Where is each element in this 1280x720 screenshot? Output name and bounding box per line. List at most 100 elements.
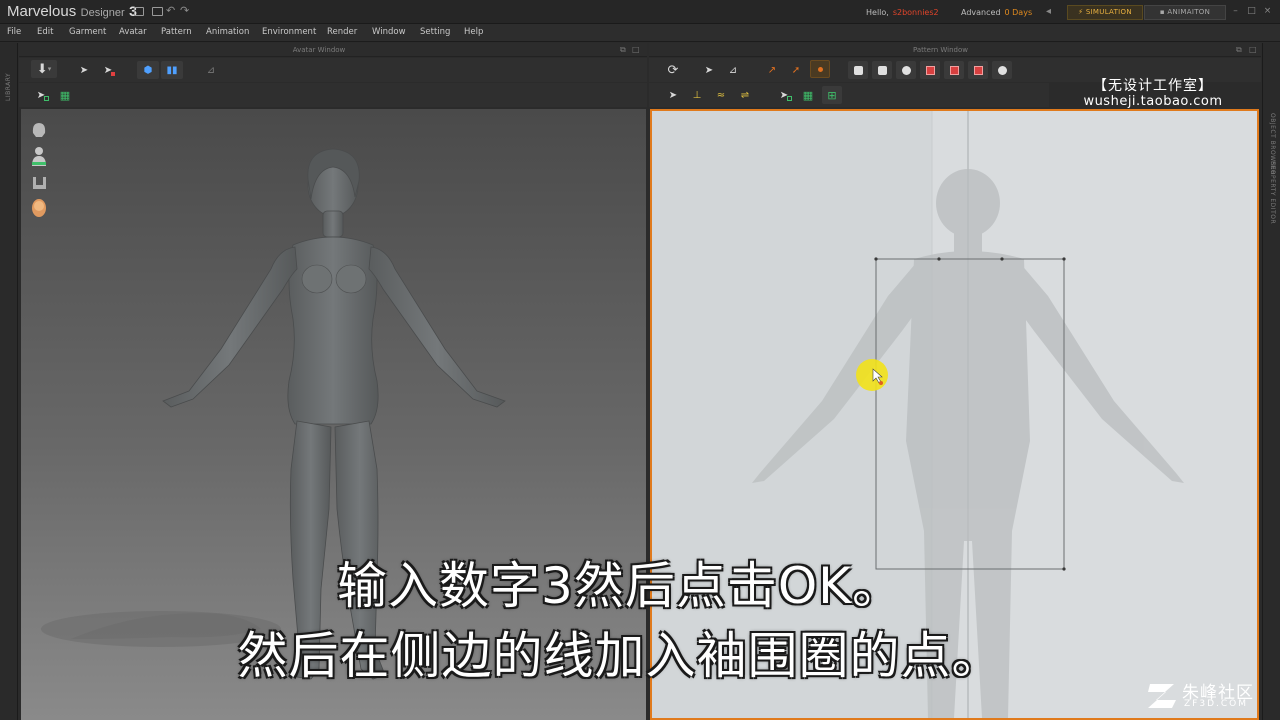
edit-texture-tool[interactable]: ▦ [798,86,818,104]
rectangle-tool[interactable] [872,61,892,79]
shoes-icon [33,177,46,189]
pattern-point[interactable] [1062,257,1066,261]
internal-circle-tool[interactable] [968,61,988,79]
multi-sewing-tool[interactable]: ⇌ [735,86,755,104]
pattern-point[interactable] [1000,257,1004,261]
save-icon[interactable] [134,7,144,16]
select-move-tool[interactable]: ➤ [74,61,94,79]
pattern-window-title: Pattern Window [912,46,968,54]
pattern-point[interactable] [874,257,878,261]
avatar-toolbar-2: ➤ ▦ [19,83,647,107]
subtitle-line-2: 然后在侧边的线加入袖围圈的点。 [237,627,1003,685]
edit-pattern-tool[interactable]: ⊿ [723,61,743,79]
add-point-tool[interactable]: ↗ [762,61,782,79]
avatar-side-tools [29,119,51,223]
tack-tool[interactable]: ▮▮ [161,61,183,79]
pattern-window-max-icon[interactable]: □ [1249,45,1257,54]
property-editor-tab[interactable]: PROPERTY EDITOR [1269,161,1276,224]
animation-mode-button[interactable]: ▪ ANIMAITON [1144,5,1226,20]
undo-icon[interactable]: ↶ [166,4,175,17]
tack-blue-icon: ▮▮ [166,64,178,76]
edit-sewing-tool[interactable]: ≈ [711,86,731,104]
avatar-window-title: Avatar Window [292,46,346,54]
maximize-icon[interactable]: □ [1247,7,1256,16]
cursor-icon: ➤ [79,64,89,76]
library-label[interactable]: LIBRARY [5,73,12,101]
arrangement-point-tool[interactable]: ▦ [55,86,75,104]
texture-transform-tool[interactable]: ⊞ [822,86,842,104]
menu-animation[interactable]: Animation [206,27,249,37]
pattern-window-float-icon[interactable]: ⧉ [1236,45,1242,55]
free-sewing-tool[interactable]: ⊥ [687,86,707,104]
texture-transform-icon: ⊞ [827,88,837,102]
head-icon [32,199,46,217]
username: s2bonnies2 [892,8,939,17]
menu-render[interactable]: Render [327,27,357,37]
point-orange-icon [817,66,823,72]
internal-rectangle-tool[interactable] [944,61,964,79]
menu-setting[interactable]: Setting [420,27,450,37]
pattern-point[interactable] [937,257,941,261]
minimize-icon[interactable]: – [1231,7,1240,16]
corner-logo: 朱峰社区 ZF3D.COM [1146,676,1276,716]
pattern-toolbar-2: ➤ ⊥ ≈ ⇌ ➤ ▦ ⊞ [649,83,1049,107]
avatar-window-float-icon[interactable]: ⧉ [620,45,626,55]
edit-curvature-tool[interactable]: ➚ [786,61,806,79]
dart-icon [997,65,1007,75]
license-days: 0 Days [1004,8,1033,17]
add-point-divide-tool[interactable] [810,60,830,78]
menu-window[interactable]: Window [372,27,406,37]
edit-point-icon: ⊿ [728,64,738,76]
polygon-tool[interactable] [848,61,868,79]
segment-sewing-tool[interactable]: ➤ [663,86,683,104]
multi-sewing-icon: ⇌ [740,89,750,101]
simulate-button[interactable]: ⬇ ▾ [31,60,57,78]
pin-icon[interactable]: ◂ [1046,6,1051,17]
app-name-main: Marvelous [7,3,77,20]
menu-environment[interactable]: Environment [262,27,316,37]
avatar-body-tool[interactable] [29,145,49,167]
circle-tool[interactable] [896,61,916,79]
fold-tool[interactable]: ⊿ [199,61,223,79]
avatar-window-max-icon[interactable]: □ [632,45,640,54]
transform-pattern-tool[interactable]: ➤ [699,61,719,79]
user-greeting: Hello, s2bonnies2 [866,8,939,17]
watermark-line2: wusheji.taobao.com [1083,94,1223,109]
animation-label: ANIMAITON [1167,8,1211,16]
internal-polygon-tool[interactable] [920,61,940,79]
internal-polygon-icon [925,65,935,75]
select-mesh-tool[interactable]: ➤ [98,61,118,79]
texture-grid-icon: ▦ [802,88,814,102]
sewing-icon: ➤ [668,89,678,101]
menu-help[interactable]: Help [464,27,483,37]
simulation-label: SIMULATION [1085,8,1132,16]
menu-edit[interactable]: Edit [37,27,53,37]
subtitle-line-1: 输入数字3然后点击OK。 [337,557,903,615]
dart-tool[interactable] [992,61,1012,79]
free-sewing-icon: ⊥ [692,89,702,101]
internal-rectangle-icon [949,65,959,75]
app-logo: Marvelous Designer 3 [7,3,137,21]
license-info: Advanced 0 Days [961,8,1032,17]
avatar-hair-tool[interactable] [29,119,49,141]
select-arrangement-tool[interactable]: ➤ [31,86,51,104]
menu-pattern[interactable]: Pattern [161,27,192,37]
simulation-mode-button[interactable]: ⚡ SIMULATION [1067,5,1143,20]
cursor-highlight [856,359,888,391]
menu-file[interactable]: File [7,27,21,37]
pin-tool[interactable]: ⬢ [137,61,159,79]
avatar-head-tool[interactable] [29,197,49,219]
menu-garment[interactable]: Garment [69,27,106,37]
app-name-sub: Designer [80,7,125,19]
save-as-icon[interactable] [152,7,163,16]
redo-icon[interactable]: ↷ [180,4,189,17]
avatar-body-icon [32,147,46,166]
avatar-toolbar-1: ⬇ ▾ ➤ ➤ ⬢ ▮▮ ⊿ [19,58,647,82]
close-icon[interactable]: × [1263,7,1272,16]
menu-avatar[interactable]: Avatar [119,27,147,37]
rotate-pattern-tool[interactable]: ⟳ [663,61,683,79]
license-label: Advanced [961,8,1001,17]
avatar-shoes-tool[interactable] [29,171,49,193]
right-side-strip: OBJECT BROWSER PROPERTY EDITOR [1262,43,1280,720]
select-texture-tool[interactable]: ➤ [774,86,794,104]
